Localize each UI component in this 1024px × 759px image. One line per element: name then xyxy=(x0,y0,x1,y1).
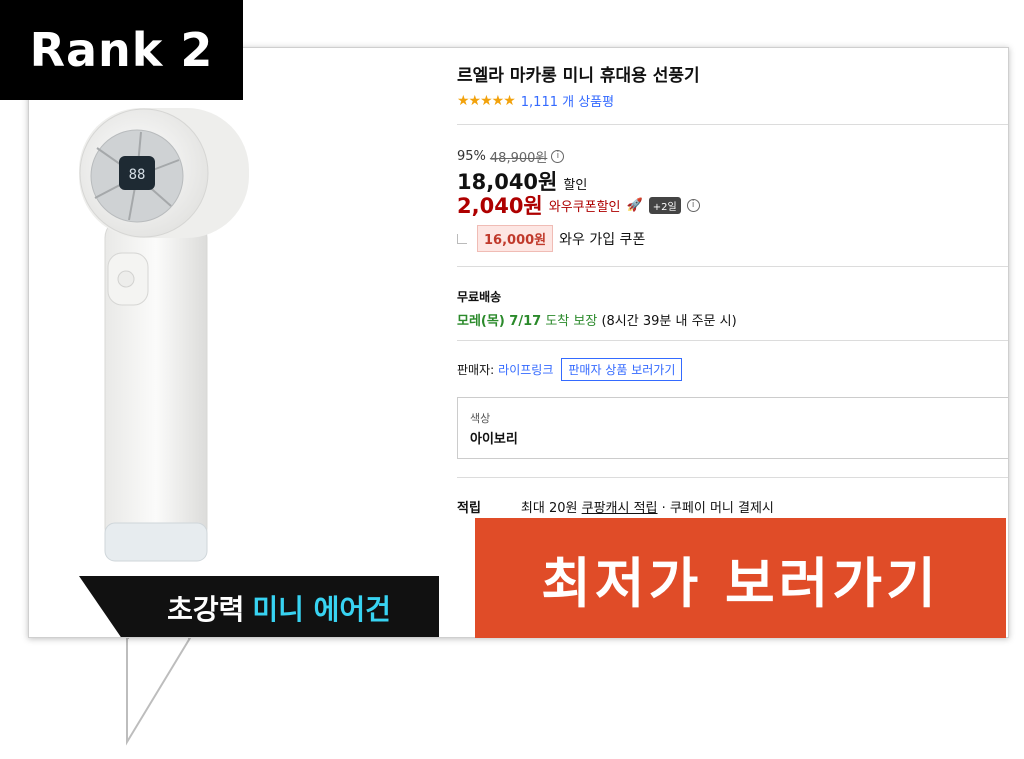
star-rating-icon: ★★★★★ xyxy=(457,92,516,109)
divider xyxy=(457,124,1008,125)
point-condition: · 쿠페이 머니 결제시 xyxy=(661,501,774,516)
divider xyxy=(457,477,1008,478)
divider xyxy=(457,266,1008,267)
point-amount: 최대 20원 xyxy=(520,501,578,516)
shipping-row: 모레(목) 7/17 도착 보장 (8시간 39분 내 주문 시) xyxy=(457,310,737,329)
point-header: 적립 xyxy=(457,501,481,516)
shipping-header: 무료배송 xyxy=(457,290,502,304)
seller-name-link[interactable]: 라이프링크 xyxy=(498,361,553,378)
coupang-cash-link[interactable]: 쿠팡캐시 적립 xyxy=(582,501,658,516)
svg-text:88: 88 xyxy=(129,167,146,183)
wow-label: 와우쿠폰할인 xyxy=(548,199,621,215)
seller-row: 판매자: 라이프링크 판매자 상품 보러가기 xyxy=(457,358,683,381)
caption-accent-text: 미니 에어건 xyxy=(252,592,391,626)
wow-price: 2,040원 xyxy=(457,194,543,218)
plus-days-badge: +2일 xyxy=(648,196,681,214)
seller-products-button[interactable]: 판매자 상품 보러가기 xyxy=(561,358,683,381)
product-image[interactable]: 88 초강력 미니 에어건 xyxy=(29,48,449,637)
option-label: 색상 xyxy=(470,412,491,425)
original-price: 48,900원 xyxy=(489,151,548,166)
coupon-amount-chip[interactable]: 16,000원 xyxy=(477,225,554,252)
stage: 88 초강력 미니 에어건 르엘라 마카롱 미니 휴대용 선풍기 ★★★★★ 1… xyxy=(0,0,1024,759)
image-caption-banner: 초강력 미니 에어건 xyxy=(79,576,439,637)
coupon-row: 16,000원 와우 가입 쿠폰 xyxy=(457,225,645,252)
coupon-label: 와우 가입 쿠폰 xyxy=(559,231,646,248)
discount-rate: 95% xyxy=(457,149,486,164)
original-price-row: 95% 48,900원 i xyxy=(457,147,565,166)
rating-row[interactable]: ★★★★★ 1,111 개 상품평 xyxy=(457,91,614,111)
rank-badge: Rank 2 xyxy=(0,0,243,100)
info-icon[interactable]: i xyxy=(686,198,700,212)
color-option-select[interactable]: 색상 아이보리 xyxy=(457,397,1008,459)
option-value: 아이보리 xyxy=(470,432,518,447)
seller-label: 판매자: xyxy=(457,363,495,377)
product-title[interactable]: 르엘라 마카롱 미니 휴대용 선풍기 xyxy=(457,61,700,86)
rocket-icon: 🚀 xyxy=(626,197,643,213)
shipping-note: (8시간 39분 내 주문 시) xyxy=(601,314,737,329)
fan-illustration: 88 xyxy=(79,108,249,562)
shipping-date: 모레(목) 7/17 xyxy=(457,314,542,329)
divider xyxy=(457,340,1008,341)
caption-white-text: 초강력 xyxy=(167,592,245,626)
info-icon[interactable]: i xyxy=(551,150,565,163)
point-row: 적립 최대 20원 쿠팡캐시 적립 · 쿠페이 머니 결제시 xyxy=(457,497,774,516)
review-count-link[interactable]: 1,111 개 상품평 xyxy=(521,91,614,110)
wow-price-row: 2,040원 와우쿠폰할인 🚀 +2일 i xyxy=(457,190,700,220)
point-text: 최대 20원 쿠팡캐시 적립 · 쿠페이 머니 결제시 xyxy=(521,497,774,516)
lowest-price-cta-button[interactable]: 최저가 보러가기 xyxy=(475,518,1006,638)
tree-connector-icon xyxy=(457,233,467,244)
shipping-guarantee: 도착 보장 xyxy=(545,314,598,329)
